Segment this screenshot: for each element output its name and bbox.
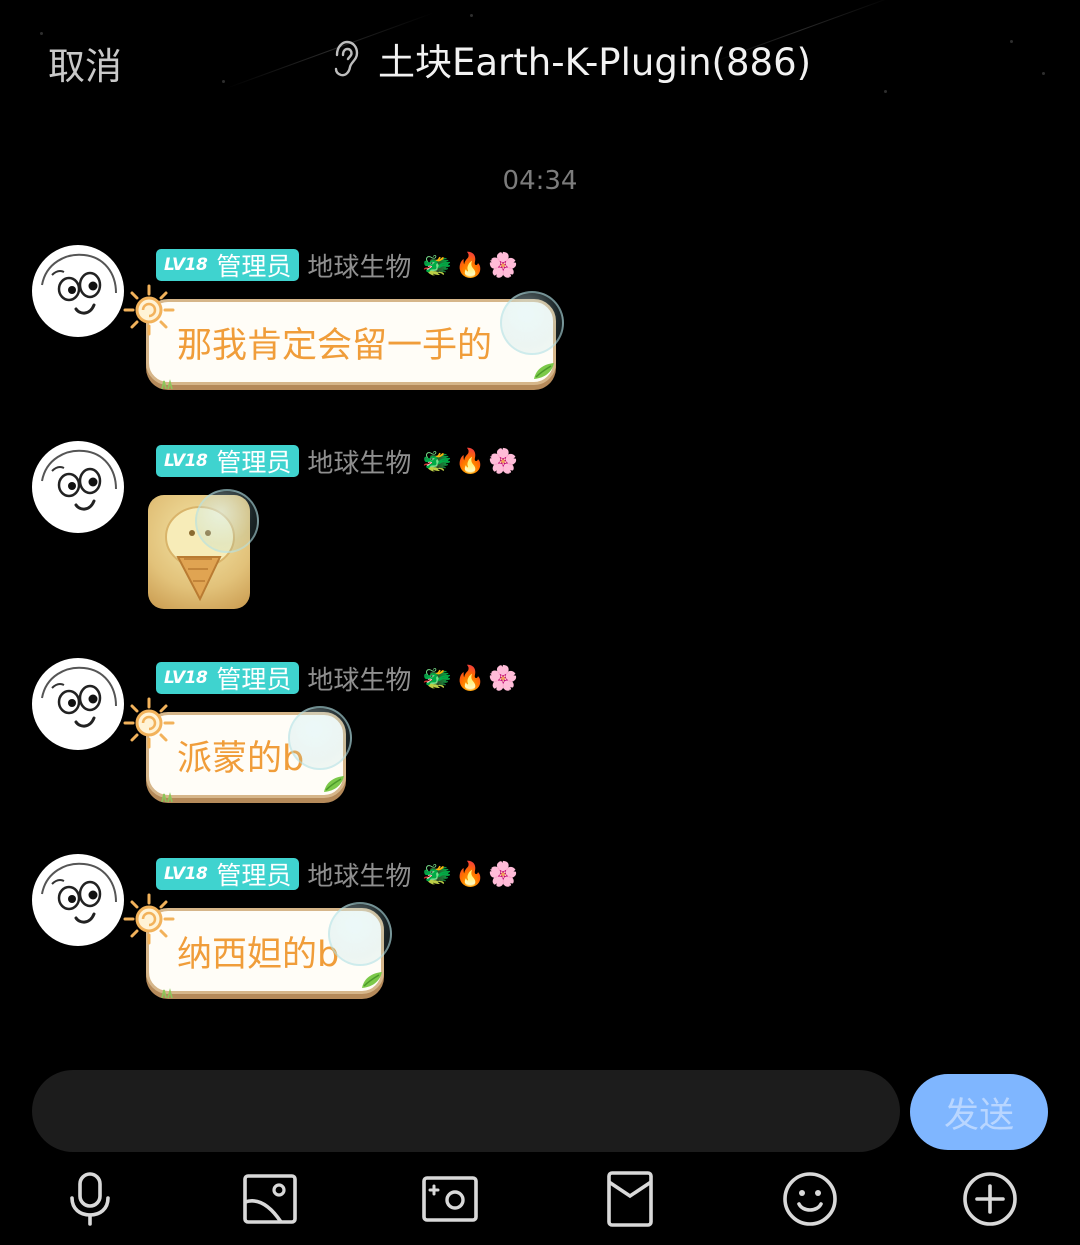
fire-icon: 🔥 — [455, 664, 486, 692]
flower-icon: 🌸 — [488, 860, 519, 888]
red-packet-icon — [607, 1171, 653, 1227]
grass-decoration-icon — [161, 379, 173, 389]
level-badge: LV18 管理员 — [156, 858, 300, 890]
bubble-orb-decoration — [500, 291, 564, 355]
red-packet-button[interactable] — [599, 1168, 661, 1230]
sender-info: LV18 管理员 地球生物 🐲 🔥 🌸 — [156, 660, 519, 697]
sender-info: LV18 管理员 地球生物 🐲 🔥 🌸 — [156, 856, 519, 893]
message-input[interactable] — [32, 1070, 900, 1152]
level-label: LV18 — [164, 668, 208, 688]
grass-decoration-icon — [161, 792, 173, 802]
microphone-icon — [70, 1172, 110, 1226]
sender-nickname[interactable]: 地球生物 — [307, 247, 411, 284]
input-toolbar — [0, 1168, 1080, 1230]
meme-face-avatar-icon — [41, 449, 117, 511]
sender-nickname[interactable]: 地球生物 — [307, 660, 411, 697]
flower-icon: 🌸 — [488, 447, 519, 475]
level-label: LV18 — [164, 255, 208, 275]
avatar[interactable] — [32, 441, 124, 533]
image-icon — [243, 1174, 297, 1224]
avatar[interactable] — [32, 854, 124, 946]
level-label: LV18 — [164, 864, 208, 884]
meme-face-avatar-icon — [41, 666, 117, 728]
meme-face-avatar-icon — [41, 253, 117, 315]
level-badge: LV18 管理员 — [156, 445, 300, 477]
send-button[interactable]: 发送 — [910, 1074, 1048, 1150]
fire-icon: 🔥 — [455, 447, 486, 475]
bubble-orb-decoration — [288, 706, 352, 770]
level-badge: LV18 管理员 — [156, 249, 300, 281]
cancel-button[interactable]: 取消 — [48, 36, 122, 90]
sender-nickname[interactable]: 地球生物 — [307, 856, 411, 893]
avatar[interactable] — [32, 658, 124, 750]
sun-decoration-icon — [123, 697, 175, 749]
meme-face-avatar-icon — [41, 862, 117, 924]
leaf-decoration-icon — [362, 972, 382, 988]
message-text: 那我肯定会留一手的 — [177, 325, 493, 366]
level-badge: LV18 管理员 — [156, 662, 300, 694]
chat-header: 取消 土块Earth-K-Plugin(886) — [0, 0, 1080, 120]
message-text: 派蒙的b — [177, 738, 305, 779]
camera-icon — [422, 1176, 478, 1222]
role-label: 管理员 — [216, 448, 292, 477]
message-text: 纳西妲的b — [177, 934, 340, 975]
bubble-orb-decoration — [328, 902, 392, 966]
camera-button[interactable] — [419, 1168, 481, 1230]
chat-title-area: 土块Earth-K-Plugin(886) — [330, 34, 811, 84]
more-button[interactable] — [959, 1168, 1021, 1230]
image-button[interactable] — [239, 1168, 301, 1230]
emoji-button[interactable] — [779, 1168, 841, 1230]
ear-icon[interactable] — [330, 39, 360, 79]
role-label: 管理员 — [216, 861, 292, 890]
dragon-icon: 🐲 — [422, 860, 453, 888]
dragon-icon: 🐲 — [422, 251, 453, 279]
sender-info: LV18 管理员 地球生物 🐲 🔥 🌸 — [156, 247, 519, 284]
sun-decoration-icon — [123, 284, 175, 336]
dragon-icon: 🐲 — [422, 664, 453, 692]
fire-icon: 🔥 — [455, 251, 486, 279]
sender-info: LV18 管理员 地球生物 🐲 🔥 🌸 — [156, 443, 519, 480]
emoji-icon — [783, 1172, 837, 1226]
level-label: LV18 — [164, 451, 208, 471]
role-label: 管理员 — [216, 665, 292, 694]
voice-button[interactable] — [59, 1168, 121, 1230]
message-timestamp: 04:34 — [502, 166, 578, 196]
bubble-orb-decoration — [195, 489, 259, 553]
avatar[interactable] — [32, 245, 124, 337]
message-bubble[interactable]: 那我肯定会留一手的 — [146, 299, 556, 385]
grass-decoration-icon — [161, 988, 173, 998]
flower-icon: 🌸 — [488, 251, 519, 279]
leaf-decoration-icon — [324, 776, 344, 792]
sun-decoration-icon — [123, 893, 175, 945]
sender-nickname[interactable]: 地球生物 — [307, 443, 411, 480]
dragon-icon: 🐲 — [422, 447, 453, 475]
leaf-decoration-icon — [534, 363, 554, 379]
fire-icon: 🔥 — [455, 860, 486, 888]
plus-icon — [963, 1172, 1017, 1226]
flower-icon: 🌸 — [488, 664, 519, 692]
role-label: 管理员 — [216, 252, 292, 281]
chat-title: 土块Earth-K-Plugin(886) — [378, 41, 812, 84]
